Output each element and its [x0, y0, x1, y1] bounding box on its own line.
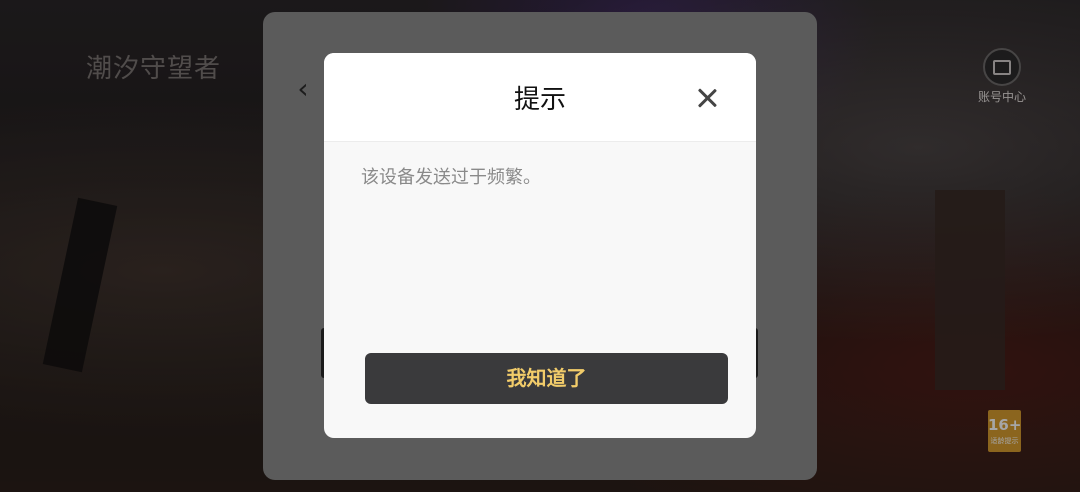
alert-dialog: 提示 该设备发送过于频繁。 我知道了	[324, 53, 756, 438]
dialog-header: 提示	[324, 53, 756, 142]
close-icon[interactable]	[694, 85, 720, 111]
dialog-title: 提示	[513, 85, 566, 115]
dialog-message: 该设备发送过于频繁。	[361, 167, 541, 188]
confirm-button[interactable]: 我知道了	[365, 353, 728, 404]
